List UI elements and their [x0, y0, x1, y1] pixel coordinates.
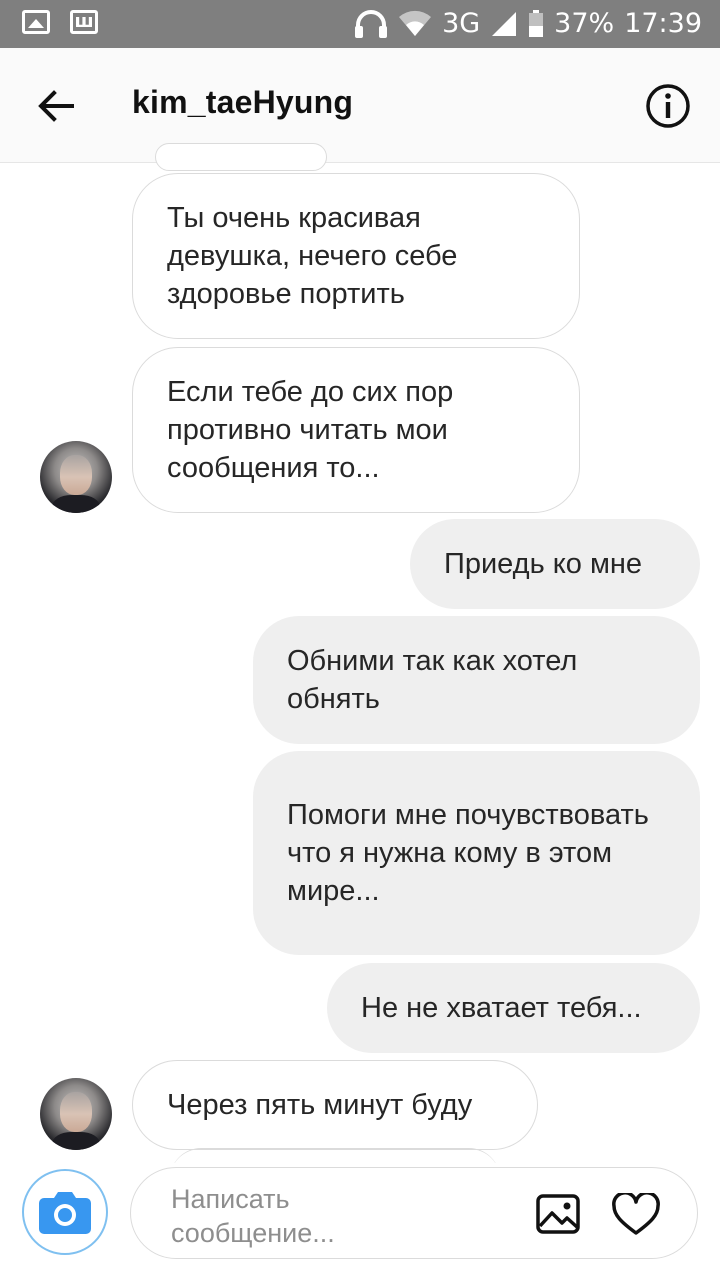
message-bubble-outgoing[interactable]: Обними так как хотел обнять: [253, 616, 700, 744]
gallery-button[interactable]: [535, 1193, 581, 1235]
camera-icon: [39, 1192, 91, 1234]
chat-username[interactable]: kim_taeHyung: [132, 84, 353, 121]
message-bubble-outgoing[interactable]: Помоги мне почувствовать что я нужна ком…: [253, 751, 700, 955]
status-bar: ш 3G 37% 17:39: [0, 0, 720, 48]
info-button[interactable]: [644, 82, 692, 130]
contact-avatar[interactable]: [40, 441, 112, 513]
contact-avatar[interactable]: [40, 1078, 112, 1150]
message-text: Помоги мне почувствовать что я нужна ком…: [287, 799, 649, 907]
notification-icons: ш: [22, 10, 98, 34]
back-button[interactable]: [34, 84, 78, 128]
message-bubble-incoming[interactable]: Через пять минут буду: [132, 1060, 538, 1150]
camera-button[interactable]: [22, 1169, 108, 1255]
network-type: 3G: [442, 8, 481, 39]
message-text: Приедь ко мне: [444, 548, 643, 580]
message-text: Если тебе до сих пор противно читать мои…: [167, 376, 454, 484]
signal-icon: [490, 10, 518, 38]
heart-icon: [612, 1191, 660, 1235]
chat-header: kim_taeHyung: [0, 48, 720, 163]
message-composer: Написать сообщение...: [0, 1163, 720, 1280]
message-bubble-outgoing[interactable]: Не не хватает тебя...: [327, 963, 700, 1053]
message-bubble-incoming[interactable]: Если тебе до сих пор противно читать мои…: [132, 347, 580, 513]
message-bubble-incoming[interactable]: Ты очень красивая девушка, нечего себе з…: [132, 173, 580, 339]
message-text: Ты очень красивая девушка, нечего себе з…: [167, 202, 458, 310]
clock: 17:39: [624, 8, 702, 39]
message-bubble-outgoing[interactable]: Приедь ко мне: [410, 519, 700, 609]
wifi-icon: [398, 10, 432, 38]
message-text: Обними так как хотел обнять: [287, 645, 578, 715]
message-thread[interactable]: Ты очень красивая девушка, нечего себе з…: [0, 143, 720, 1163]
app-notification-icon: ш: [70, 10, 98, 34]
headphones-icon: [354, 9, 388, 39]
gallery-notification-icon: [22, 10, 50, 34]
like-button[interactable]: [611, 1191, 661, 1237]
message-input[interactable]: Написать сообщение...: [130, 1167, 698, 1259]
message-input-placeholder: Написать сообщение...: [171, 1184, 335, 1248]
message-text: Не не хватает тебя...: [361, 992, 642, 1024]
battery-icon: [528, 9, 544, 38]
info-icon: [646, 84, 690, 128]
arrow-left-icon: [38, 90, 74, 122]
message-text: Через пять минут буду: [167, 1089, 473, 1121]
image-icon: [536, 1194, 580, 1234]
previous-message-edge: [155, 143, 327, 171]
battery-level: 37%: [554, 8, 615, 39]
